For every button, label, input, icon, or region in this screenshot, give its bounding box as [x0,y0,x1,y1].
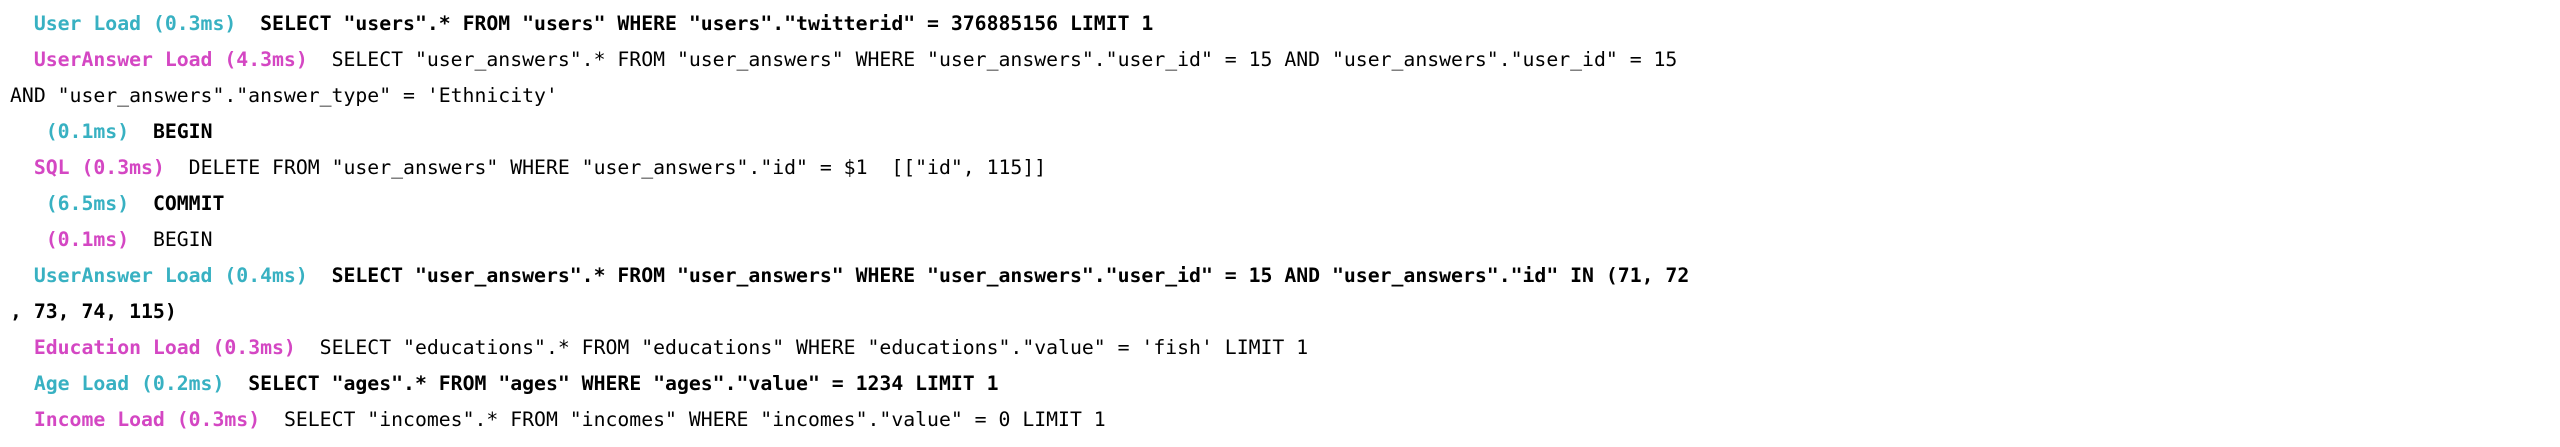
log-sql: SELECT "ages".* FROM "ages" WHERE "ages"… [248,372,999,395]
log-line: Income Load (0.3ms) SELECT "incomes".* F… [10,402,2560,438]
log-sql: SELECT "educations".* FROM "educations" … [319,336,1309,359]
log-label: Age Load (0.2ms) [33,372,225,395]
log-line: AND "user_answers"."answer_type" = 'Ethn… [10,78,2560,114]
log-sql: , 73, 74, 115) [10,300,177,323]
log-indent [10,120,46,143]
log-line: UserAnswer Load (0.4ms) SELECT "user_ans… [10,258,2560,294]
log-label: Education Load (0.3ms) [33,336,296,359]
log-sql: DELETE FROM "user_answers" WHERE "user_a… [188,156,1047,179]
log-line: User Load (0.3ms) SELECT "users".* FROM … [10,6,2560,42]
log-gap [260,408,284,431]
log-sql: AND "user_answers"."answer_type" = 'Ethn… [10,84,558,107]
log-sql: BEGIN [152,228,213,251]
log-gap [296,336,320,359]
terminal-log: User Load (0.3ms) SELECT "users".* FROM … [10,6,2560,438]
log-indent [10,408,34,431]
log-gap [129,120,153,143]
log-line: (0.1ms) BEGIN [10,222,2560,258]
log-label: (0.1ms) [45,120,130,143]
log-indent [10,336,34,359]
log-gap [308,264,332,287]
log-label: SQL (0.3ms) [33,156,165,179]
log-sql: BEGIN [152,120,213,143]
log-sql: SELECT "user_answers".* FROM "user_answe… [331,48,1678,71]
log-indent [10,264,34,287]
log-label: UserAnswer Load (0.4ms) [33,264,308,287]
log-label: UserAnswer Load (4.3ms) [33,48,308,71]
log-gap [129,192,153,215]
log-indent [10,156,34,179]
log-indent [10,12,34,35]
log-line: Education Load (0.3ms) SELECT "education… [10,330,2560,366]
log-sql: SELECT "incomes".* FROM "incomes" WHERE … [283,408,1106,431]
log-label: (6.5ms) [45,192,130,215]
log-indent [10,228,46,251]
log-line: SQL (0.3ms) DELETE FROM "user_answers" W… [10,150,2560,186]
log-gap [165,156,189,179]
log-line: UserAnswer Load (4.3ms) SELECT "user_ans… [10,42,2560,78]
log-indent [10,372,34,395]
log-sql: COMMIT [152,192,225,215]
log-label: (0.1ms) [45,228,130,251]
log-line: (6.5ms) COMMIT [10,186,2560,222]
log-line: Age Load (0.2ms) SELECT "ages".* FROM "a… [10,366,2560,402]
log-line: , 73, 74, 115) [10,294,2560,330]
log-label: Income Load (0.3ms) [33,408,261,431]
log-gap [224,372,248,395]
log-label: User Load (0.3ms) [33,12,237,35]
log-sql: SELECT "user_answers".* FROM "user_answe… [331,264,1690,287]
log-gap [308,48,332,71]
log-gap [236,12,260,35]
log-indent [10,48,34,71]
log-line: (0.1ms) BEGIN [10,114,2560,150]
log-gap [129,228,153,251]
log-indent [10,192,46,215]
log-sql: SELECT "users".* FROM "users" WHERE "use… [260,12,1154,35]
